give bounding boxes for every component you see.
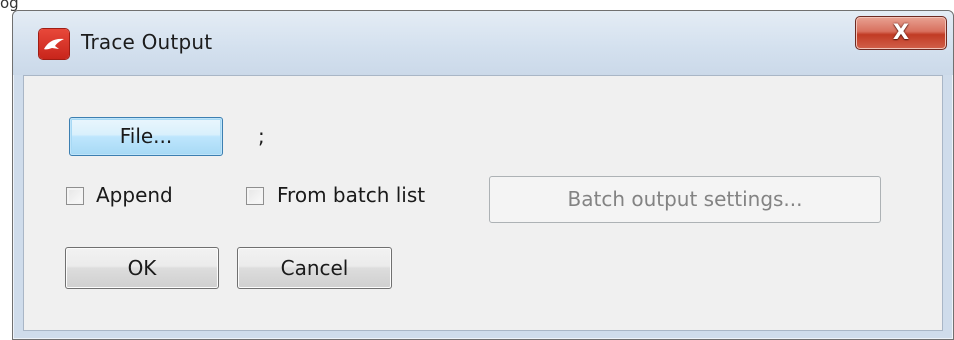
trace-output-dialog: Trace Output X File... ; Append From bat… — [12, 10, 954, 340]
title-bar[interactable]: Trace Output X — [13, 11, 953, 75]
append-label[interactable]: Append — [96, 183, 173, 207]
file-path-value: ; — [258, 124, 265, 148]
screen: og Trace Output X File... ; Append From … — [0, 0, 954, 340]
dialog-body: File... ; Append From batch list Batch o… — [23, 75, 943, 331]
file-button[interactable]: File... — [69, 117, 223, 156]
close-icon: X — [892, 20, 910, 44]
window-title: Trace Output — [81, 30, 213, 54]
app-logo-icon — [39, 29, 69, 59]
from-batch-list-label[interactable]: From batch list — [277, 183, 425, 207]
close-button[interactable]: X — [855, 16, 947, 50]
append-checkbox[interactable] — [66, 187, 84, 205]
from-batch-list-checkbox[interactable] — [246, 187, 264, 205]
cancel-button[interactable]: Cancel — [237, 247, 392, 289]
batch-output-settings-button[interactable]: Batch output settings... — [489, 176, 881, 223]
ok-button[interactable]: OK — [65, 247, 219, 289]
